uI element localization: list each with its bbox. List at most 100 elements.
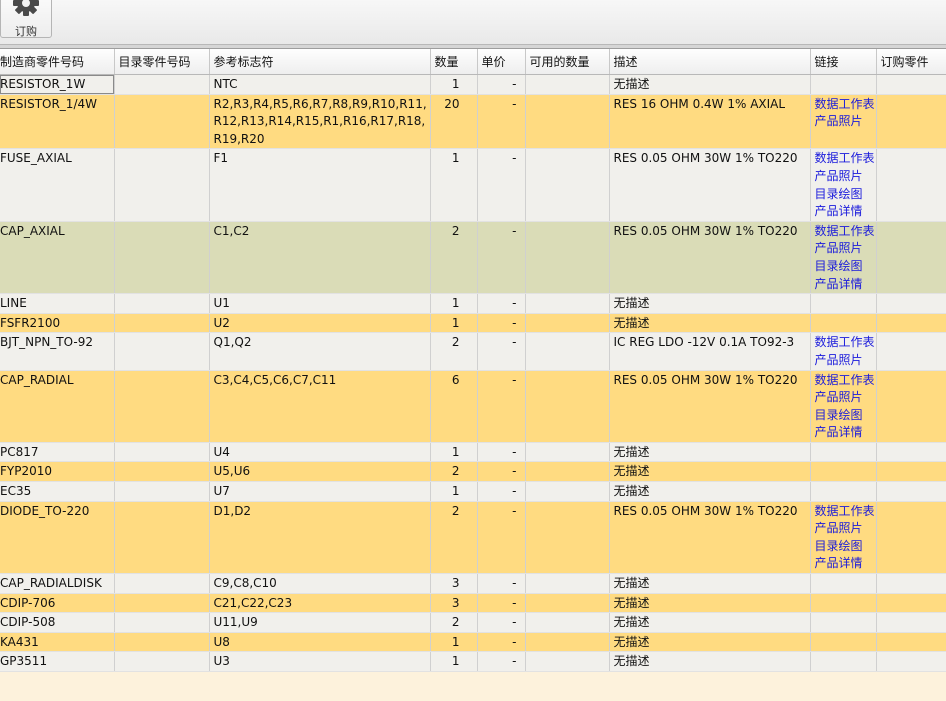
cell-quantity[interactable]: 2 [430, 501, 478, 575]
col-header-description[interactable]: 描述 [609, 49, 811, 75]
cell-description[interactable]: 无描述 [609, 481, 811, 502]
cell-unit-price[interactable]: - [477, 442, 526, 463]
cell-available-qty[interactable] [525, 573, 610, 594]
cell-links[interactable]: 数据工作表 产品照片 目录绘图 产品详情 [810, 501, 877, 575]
cell-mfr-part[interactable]: CDIP-706 [0, 593, 115, 614]
cell-catalog-part[interactable] [114, 593, 210, 614]
link-item[interactable]: 数据工作表 [815, 372, 876, 390]
cell-quantity[interactable]: 2 [430, 221, 478, 295]
cell-catalog-part[interactable] [114, 370, 210, 443]
cell-order-part[interactable] [876, 573, 946, 594]
cell-quantity[interactable]: 1 [430, 481, 478, 502]
cell-catalog-part[interactable] [114, 221, 210, 295]
cell-available-qty[interactable] [525, 461, 610, 483]
cell-quantity[interactable]: 1 [430, 651, 478, 672]
table-row[interactable]: BJT_NPN_TO-92 Q1,Q2 2- IC REG LDO -12V 0.1A… [0, 332, 946, 371]
table-row[interactable]: FSFR2100 U2 1- 无描述 [0, 313, 946, 334]
cell-description[interactable]: IC REG LDO -12V 0.1A TO92-3 [609, 332, 811, 371]
cell-quantity[interactable]: 1 [430, 293, 478, 314]
cell-ref-designators[interactable]: U2 [209, 313, 431, 334]
cell-order-part[interactable] [876, 74, 946, 95]
cell-links[interactable]: 数据工作表 产品照片 目录绘图 产品详情 [810, 221, 877, 295]
cell-quantity[interactable]: 1 [430, 148, 478, 222]
col-header-catalog-part[interactable]: 目录零件号码 [114, 49, 210, 75]
cell-links[interactable] [810, 293, 877, 314]
cell-mfr-part[interactable]: RESISTOR_1W [0, 74, 115, 95]
cell-available-qty[interactable] [525, 74, 610, 95]
cell-mfr-part[interactable]: FYP2010 [0, 461, 115, 483]
cell-unit-price[interactable]: - [477, 632, 526, 653]
cell-ref-designators[interactable]: C1,C2 [209, 221, 431, 295]
link-item[interactable]: 产品照片 [815, 520, 876, 538]
cell-links[interactable] [810, 461, 877, 483]
link-item[interactable]: 目录绘图 [815, 407, 876, 425]
link-item[interactable]: 产品详情 [815, 424, 876, 441]
cell-links[interactable] [810, 313, 877, 334]
cell-description[interactable]: RES 0.05 OHM 30W 1% TO220 [609, 221, 811, 295]
cell-description[interactable]: 无描述 [609, 313, 811, 334]
cell-order-part[interactable] [876, 442, 946, 463]
cell-ref-designators[interactable]: C21,C22,C23 [209, 593, 431, 614]
link-item[interactable]: 数据工作表 [815, 334, 876, 352]
cell-catalog-part[interactable] [114, 74, 210, 95]
cell-mfr-part[interactable]: CDIP-508 [0, 612, 115, 633]
cell-mfr-part[interactable]: CAP_RADIAL [0, 370, 115, 443]
cell-unit-price[interactable]: - [477, 501, 526, 575]
cell-order-part[interactable] [876, 221, 946, 295]
cell-available-qty[interactable] [525, 442, 610, 463]
cell-quantity[interactable]: 1 [430, 442, 478, 463]
cell-quantity[interactable]: 6 [430, 370, 478, 443]
cell-links[interactable]: 数据工作表 产品照片 [810, 94, 877, 150]
table-row[interactable]: FUSE_AXIAL F1 1- RES 0.05 OHM 30W 1% TO220 数… [0, 148, 946, 222]
cell-unit-price[interactable]: - [477, 651, 526, 672]
cell-unit-price[interactable]: - [477, 612, 526, 633]
cell-ref-designators[interactable]: C3,C4,C5,C6,C7,C11 [209, 370, 431, 443]
table-row[interactable]: RESISTOR_1W NTC 1- 无描述 [0, 74, 946, 95]
link-item[interactable]: 产品详情 [815, 276, 876, 293]
cell-mfr-part[interactable]: RESISTOR_1/4W [0, 94, 115, 150]
col-header-links[interactable]: 链接 [810, 49, 877, 75]
cell-description[interactable]: 无描述 [609, 651, 811, 672]
link-item[interactable]: 产品照片 [815, 240, 876, 258]
cell-ref-designators[interactable]: NTC [209, 74, 431, 95]
link-item[interactable]: 产品详情 [815, 203, 876, 220]
cell-ref-designators[interactable]: U3 [209, 651, 431, 672]
cell-ref-designators[interactable]: F1 [209, 148, 431, 222]
cell-unit-price[interactable]: - [477, 332, 526, 371]
cell-order-part[interactable] [876, 612, 946, 633]
cell-unit-price[interactable]: - [477, 313, 526, 334]
cell-links[interactable] [810, 573, 877, 594]
cell-available-qty[interactable] [525, 221, 610, 295]
link-item[interactable]: 产品照片 [815, 113, 876, 131]
cell-catalog-part[interactable] [114, 481, 210, 502]
link-item[interactable]: 目录绘图 [815, 258, 876, 276]
link-item[interactable]: 数据工作表 [815, 96, 876, 114]
table-row[interactable]: PC817 U4 1- 无描述 [0, 442, 946, 463]
cell-unit-price[interactable]: - [477, 221, 526, 295]
cell-unit-price[interactable]: - [477, 593, 526, 614]
cell-quantity[interactable]: 1 [430, 313, 478, 334]
cell-mfr-part[interactable]: LINE [0, 293, 115, 314]
cell-available-qty[interactable] [525, 94, 610, 150]
cell-order-part[interactable] [876, 332, 946, 371]
table-row[interactable]: CAP_RADIALDISK C9,C8,C10 3- 无描述 [0, 573, 946, 594]
table-row[interactable]: FYP2010 U5,U6 2- 无描述 [0, 461, 946, 483]
cell-description[interactable]: 无描述 [609, 293, 811, 314]
col-header-quantity[interactable]: 数量 [430, 49, 478, 75]
cell-mfr-part[interactable]: FSFR2100 [0, 313, 115, 334]
cell-catalog-part[interactable] [114, 573, 210, 594]
cell-description[interactable]: 无描述 [609, 461, 811, 483]
cell-links[interactable] [810, 593, 877, 614]
cell-unit-price[interactable]: - [477, 148, 526, 222]
cell-description[interactable]: 无描述 [609, 593, 811, 614]
cell-quantity[interactable]: 2 [430, 461, 478, 483]
cell-ref-designators[interactable]: Q1,Q2 [209, 332, 431, 371]
cell-unit-price[interactable]: - [477, 481, 526, 502]
cell-links[interactable] [810, 481, 877, 502]
cell-order-part[interactable] [876, 148, 946, 222]
cell-catalog-part[interactable] [114, 612, 210, 633]
cell-description[interactable]: 无描述 [609, 612, 811, 633]
cell-order-part[interactable] [876, 461, 946, 483]
table-row[interactable]: CDIP-706 C21,C22,C23 3- 无描述 [0, 593, 946, 614]
cell-quantity[interactable]: 3 [430, 573, 478, 594]
